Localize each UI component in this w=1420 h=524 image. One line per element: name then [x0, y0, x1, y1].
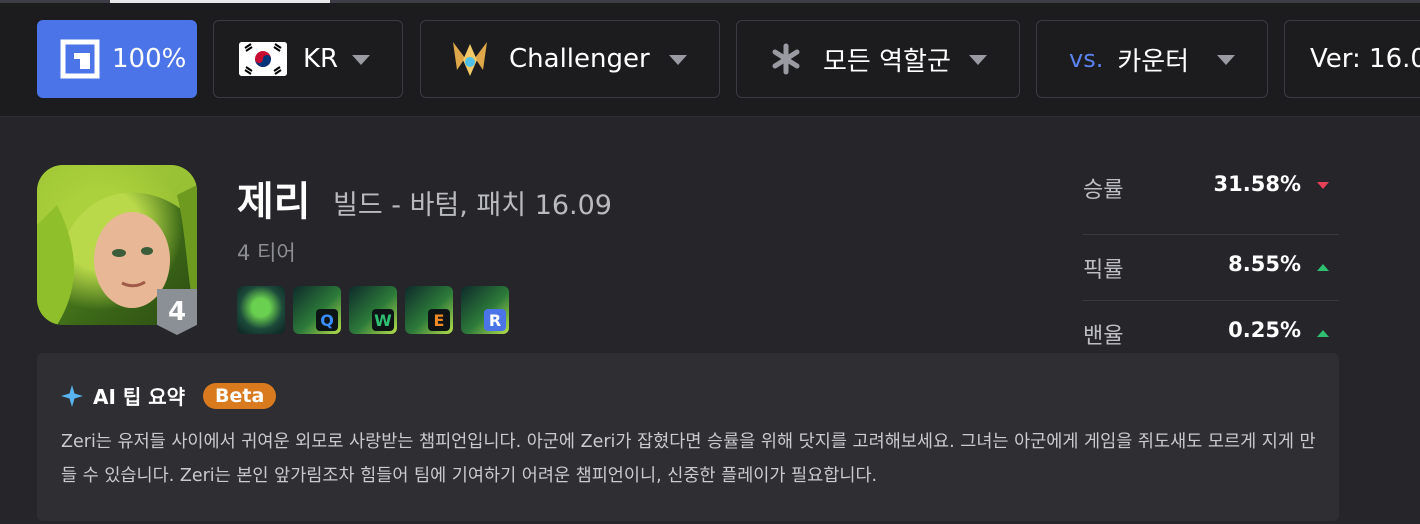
percent-toggle-button[interactable]: 100% — [37, 20, 197, 98]
stat-row-winrate: 승률 31.58% — [1083, 169, 1339, 235]
chevron-down-icon — [1217, 55, 1235, 65]
challenger-emblem-icon — [447, 36, 493, 82]
stat-row-pickrate: 픽률 8.55% — [1083, 235, 1339, 301]
skill-key-e: E — [428, 309, 450, 331]
trend-up-icon — [1317, 330, 1329, 337]
stat-value: 0.25% — [1228, 318, 1301, 342]
beta-badge: Beta — [203, 382, 277, 409]
champion-name: 제리 — [237, 179, 311, 225]
tier-label: Challenger — [509, 44, 650, 74]
stat-label: 승률 — [1083, 178, 1124, 203]
counter-label: 카운터 — [1117, 46, 1190, 77]
skill-e-icon[interactable]: E — [405, 286, 453, 334]
all-roles-icon — [769, 42, 803, 76]
stat-value: 31.58% — [1213, 172, 1301, 196]
skill-r-icon[interactable]: R — [461, 286, 509, 334]
ai-tip-title: AI 팁 요약 — [93, 385, 186, 409]
skill-key-r: R — [484, 309, 506, 331]
chevron-down-icon — [352, 55, 370, 65]
skill-passive-icon[interactable] — [237, 286, 285, 334]
square-logo-icon — [60, 39, 100, 79]
stat-value: 8.55% — [1228, 252, 1301, 276]
chevron-down-icon — [669, 55, 687, 65]
role-select[interactable]: 모든 역할군 — [736, 20, 1020, 98]
region-select[interactable]: KR — [213, 20, 403, 98]
ai-tip-text: Zeri는 유저들 사이에서 귀여운 외모로 사랑받는 챔피언입니다. 아군에 … — [61, 432, 1316, 486]
korea-flag-icon — [239, 42, 287, 76]
stat-label: 밴율 — [1083, 324, 1124, 349]
trend-up-icon — [1317, 264, 1329, 271]
role-label: 모든 역할군 — [823, 46, 951, 77]
sparkle-icon — [61, 384, 83, 407]
chevron-down-icon — [969, 55, 987, 65]
version-select[interactable]: Ver: 16.0 — [1284, 20, 1420, 98]
skill-list: Q W E R — [237, 286, 509, 334]
tier-badge: 4 — [157, 289, 197, 335]
ai-tip-header: AI 팁 요약 Beta — [61, 381, 277, 410]
tier-text: 4 티어 — [237, 241, 296, 265]
champion-header: 4 제리 빌드 - 바텀, 패치 16.09 4 티어 Q W E R 승률 3… — [0, 117, 1420, 524]
percent-label: 100% — [112, 44, 187, 74]
ai-tip-summary: AI 팁 요약 Beta Zeri는 유저들 사이에서 귀여운 외모로 사랑받는… — [37, 353, 1339, 521]
stat-label: 픽률 — [1083, 258, 1124, 283]
tier-select[interactable]: Challenger — [420, 20, 720, 98]
skill-key-q: Q — [316, 309, 338, 331]
build-subtitle: 빌드 - 바텀, 패치 16.09 — [333, 190, 612, 221]
region-label: KR — [303, 44, 339, 74]
filter-bar: 100% KR Challenger 모든 역할군 vs. 카운터 Ver: 1… — [0, 3, 1420, 117]
stats-panel: 승률 31.58% 픽률 8.55% 밴율 0.25% — [1083, 169, 1339, 366]
skill-q-icon[interactable]: Q — [293, 286, 341, 334]
counter-select[interactable]: vs. 카운터 — [1036, 20, 1268, 98]
trend-down-icon — [1317, 182, 1329, 189]
skill-key-w: W — [372, 309, 394, 331]
version-label: Ver: 16.0 — [1310, 44, 1420, 74]
skill-w-icon[interactable]: W — [349, 286, 397, 334]
vs-prefix: vs. — [1069, 45, 1104, 73]
